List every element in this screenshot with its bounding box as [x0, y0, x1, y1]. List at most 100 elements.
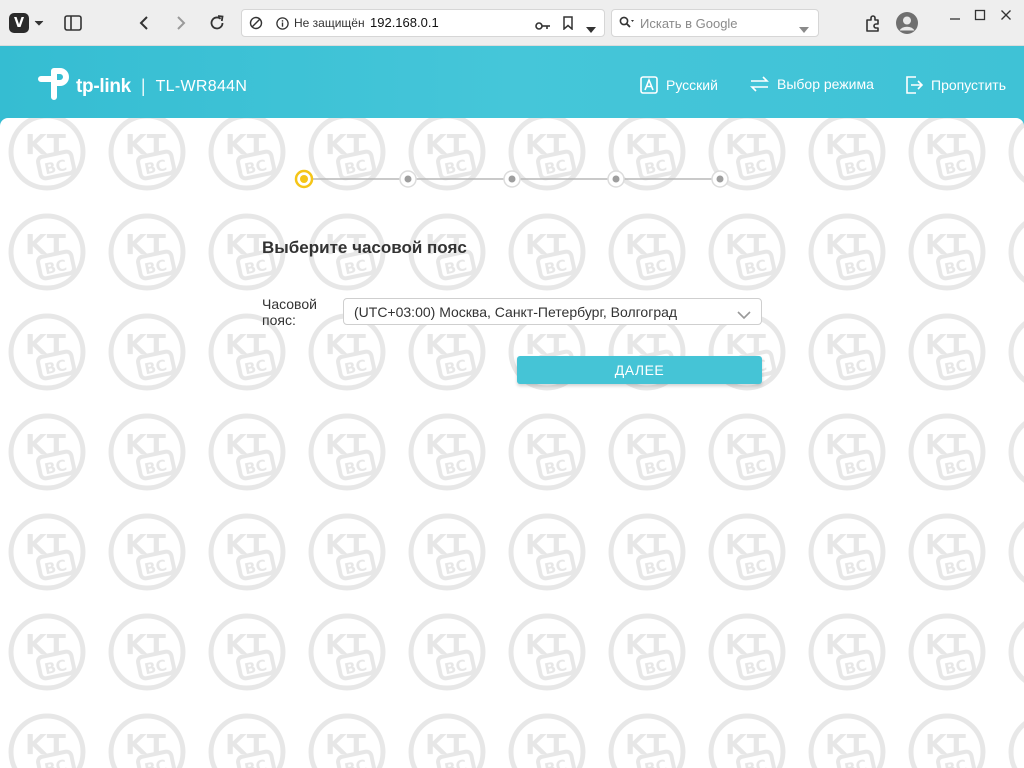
- no-tracking-icon[interactable]: [249, 16, 263, 35]
- security-status[interactable]: Не защищён: [294, 16, 365, 30]
- svg-text:BC: BC: [643, 256, 669, 278]
- minimize-icon[interactable]: [945, 6, 965, 24]
- svg-text:KT: KT: [825, 728, 866, 761]
- svg-text:BC: BC: [943, 256, 969, 278]
- svg-text:KT: KT: [125, 328, 166, 361]
- watermark-badge: KTBC: [508, 413, 586, 491]
- watermark-badge: KTBC: [508, 613, 586, 691]
- close-window-icon[interactable]: [996, 6, 1016, 24]
- back-icon[interactable]: [134, 13, 154, 33]
- watermark-badge: KTBC: [708, 613, 786, 691]
- watermark-badge: KTBC: [908, 713, 986, 768]
- svg-text:KT: KT: [25, 728, 66, 761]
- maximize-icon[interactable]: [970, 6, 990, 24]
- watermark-badge: KTBC: [1008, 321, 1024, 383]
- profile-avatar-icon[interactable]: [895, 11, 919, 35]
- svg-text:KT: KT: [825, 628, 866, 661]
- watermark-badge: KTBC: [708, 713, 786, 768]
- svg-text:BC: BC: [143, 256, 169, 278]
- chevron-down-icon: [737, 307, 751, 325]
- forward-icon[interactable]: [171, 13, 191, 33]
- svg-text:KT: KT: [125, 628, 166, 661]
- watermark-badge: KTBC: [808, 613, 886, 691]
- watermark-badge: KTBC: [1008, 721, 1024, 768]
- svg-text:KT: KT: [625, 628, 666, 661]
- svg-text:KT: KT: [425, 628, 466, 661]
- watermark-badge: KTBC: [1008, 421, 1024, 483]
- svg-text:BC: BC: [343, 656, 369, 678]
- svg-text:BC: BC: [643, 656, 669, 678]
- svg-text:BC: BC: [643, 756, 669, 768]
- address-dropdown-icon[interactable]: [586, 20, 596, 38]
- svg-text:BC: BC: [843, 356, 869, 378]
- brand: tp-link | TL-WR844N: [36, 66, 247, 107]
- svg-text:BC: BC: [843, 556, 869, 578]
- watermark-badge: KTBC: [608, 613, 686, 691]
- key-icon[interactable]: [535, 18, 551, 36]
- search-bar[interactable]: Искать в Google: [611, 9, 819, 37]
- watermark-badge: KTBC: [108, 613, 186, 691]
- svg-text:KT: KT: [925, 428, 966, 461]
- watermark-badge: KTBC: [808, 713, 886, 768]
- brand-separator: |: [140, 76, 146, 96]
- svg-text:KT: KT: [525, 428, 566, 461]
- vivaldi-menu-icon[interactable]: V: [9, 13, 29, 33]
- tp-link-logo-icon: [36, 66, 72, 107]
- svg-text:BC: BC: [143, 756, 169, 768]
- svg-text:KT: KT: [25, 528, 66, 561]
- skip-label: Пропустить: [931, 77, 1006, 93]
- svg-text:KT: KT: [525, 728, 566, 761]
- step-indicator-5: [711, 170, 729, 188]
- watermark-badge: KTBC: [208, 713, 286, 768]
- svg-text:BC: BC: [443, 556, 469, 578]
- svg-text:BC: BC: [343, 756, 369, 768]
- svg-text:BC: BC: [943, 656, 969, 678]
- bookmark-icon[interactable]: [563, 16, 573, 35]
- watermark-badge: KTBC: [908, 513, 986, 591]
- svg-text:KT: KT: [225, 728, 266, 761]
- timezone-select[interactable]: (UTC+03:00) Москва, Санкт-Петербург, Вол…: [343, 298, 762, 325]
- svg-text:KT: KT: [325, 628, 366, 661]
- watermark-badge: KTBC: [308, 513, 386, 591]
- search-input[interactable]: Искать в Google: [640, 16, 738, 31]
- svg-text:KT: KT: [225, 528, 266, 561]
- address-bar[interactable]: Не защищён 192.168.0.1: [241, 9, 605, 37]
- info-icon[interactable]: [276, 17, 289, 35]
- search-engine-dropdown-icon[interactable]: [799, 20, 809, 38]
- next-button[interactable]: ДАЛЕЕ: [517, 356, 762, 384]
- panel-toggle-icon[interactable]: [62, 13, 84, 33]
- svg-text:KT: KT: [325, 328, 366, 361]
- svg-text:BC: BC: [243, 356, 269, 378]
- svg-text:KT: KT: [925, 628, 966, 661]
- svg-text:KT: KT: [925, 328, 966, 361]
- watermark-badge: KTBC: [208, 613, 286, 691]
- chevron-down-icon[interactable]: [32, 16, 46, 30]
- svg-text:KT: KT: [625, 428, 666, 461]
- step-indicator-1: [294, 169, 314, 189]
- watermark-badge: KTBC: [1008, 521, 1024, 583]
- watermark-badge: KTBC: [108, 713, 186, 768]
- reload-icon[interactable]: [207, 13, 227, 33]
- language-button[interactable]: Русский: [640, 76, 718, 94]
- mode-select-button[interactable]: Выбор режима: [750, 76, 874, 92]
- watermark-badge: KTBC: [408, 613, 486, 691]
- mode-select-label: Выбор режима: [777, 76, 874, 92]
- svg-text:BC: BC: [943, 456, 969, 478]
- svg-text:KT: KT: [525, 528, 566, 561]
- watermark-badge: KTBC: [408, 413, 486, 491]
- skip-button[interactable]: Пропустить: [905, 76, 1006, 94]
- wizard-panel: KT BC KT BC KT BC KT BC KT BC KT BC KT BC KT BC KT BC KT BC…: [0, 118, 1024, 768]
- svg-text:BC: BC: [343, 556, 369, 578]
- svg-text:KT: KT: [225, 328, 266, 361]
- url-text[interactable]: 192.168.0.1: [370, 15, 439, 30]
- svg-text:KT: KT: [725, 428, 766, 461]
- svg-text:KT: KT: [525, 628, 566, 661]
- svg-text:BC: BC: [843, 456, 869, 478]
- svg-text:BC: BC: [243, 756, 269, 768]
- svg-text:KT: KT: [325, 728, 366, 761]
- svg-text:BC: BC: [643, 556, 669, 578]
- extensions-icon[interactable]: [862, 12, 884, 34]
- svg-text:KT: KT: [725, 728, 766, 761]
- svg-text:KT: KT: [725, 528, 766, 561]
- search-icon: [619, 16, 635, 35]
